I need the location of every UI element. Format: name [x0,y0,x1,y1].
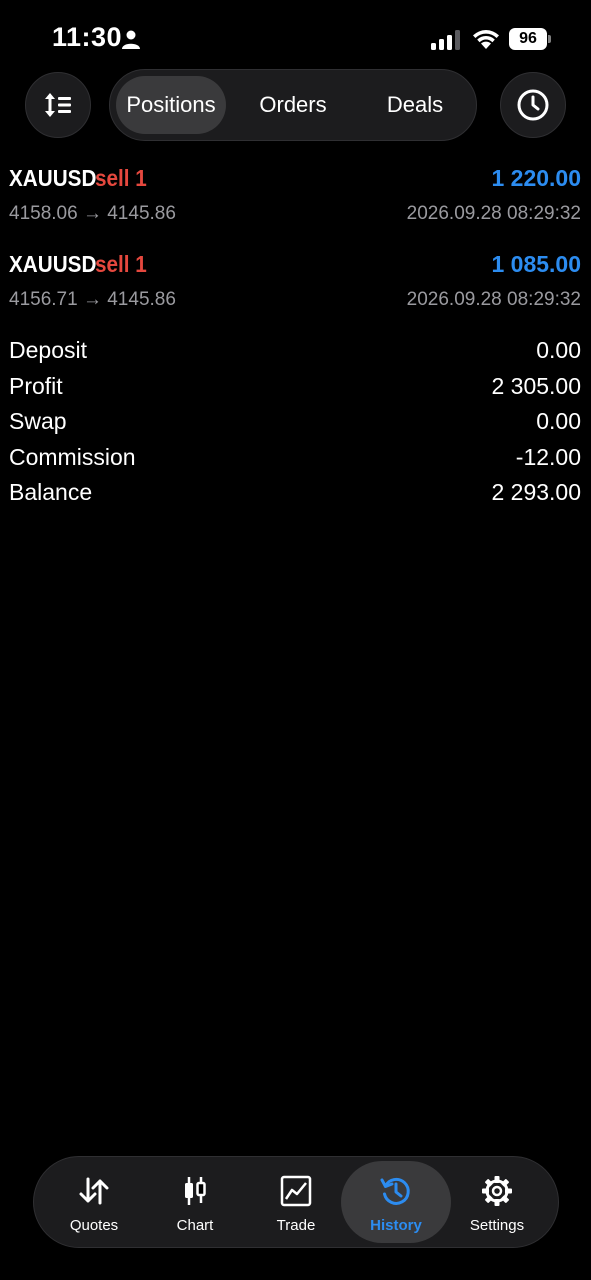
summary-value: 0.00 [536,337,581,363]
deal-row[interactable]: XAUUSD sell 1 1 220.00 4158.06 → 4145.86… [0,165,591,235]
deal-prices: 4158.06 → 4145.86 [9,203,176,224]
tab-label: History [370,1217,422,1234]
deal-side: sell 1 [95,165,147,191]
deal-time: 2026.09.28 08:29:32 [406,289,581,310]
trade-chart-icon [280,1175,312,1207]
status-bar: 11:30 96 [0,0,591,78]
history-segmented-control: Positions Orders Deals [109,69,477,141]
deal-side: sell 1 [95,251,147,277]
tab-history[interactable]: History [341,1161,451,1243]
summary-label: Deposit [9,337,87,363]
tab-label: Settings [469,1217,525,1234]
summary-value: 2 293.00 [491,479,581,505]
summary-label: Profit [9,372,63,399]
deal-symbol: XAUUSD [9,165,97,191]
battery-level: 96 [509,28,547,50]
tab-chart[interactable]: Chart [140,1161,250,1243]
deal-profit: 1 085.00 [491,251,581,277]
sort-icon [45,93,71,117]
wifi-icon [473,30,499,49]
history-icon [380,1177,410,1205]
clock-icon [517,89,549,121]
battery-icon: 96 [509,28,551,50]
summary-label: Commission [9,443,136,470]
tab-label: Quotes [69,1217,119,1234]
account-summary: Deposit 0.00 Profit 2 305.00 Swap 0.00 C… [0,335,591,513]
period-button[interactable] [500,72,566,138]
summary-row-deposit: Deposit 0.00 [0,335,591,371]
history-screen: 11:30 96 Positions Orders Deals XAUUSD s… [0,0,591,1280]
bottom-tab-bar: Quotes Chart Trade History Settings [33,1156,559,1248]
tab-quotes[interactable]: Quotes [39,1161,149,1243]
cellular-signal-icon [431,30,460,50]
tab-positions[interactable]: Positions [116,76,226,134]
summary-row-commission: Commission -12.00 [0,442,591,478]
tab-orders[interactable]: Orders [238,76,348,134]
deal-symbol: XAUUSD [9,251,97,277]
summary-row-profit: Profit 2 305.00 [0,371,591,407]
summary-row-balance: Balance 2 293.00 [0,477,591,513]
deal-row[interactable]: XAUUSD sell 1 1 085.00 4156.71 → 4145.86… [0,251,591,321]
summary-label: Swap [9,408,67,434]
summary-value: 0.00 [536,408,581,434]
tab-trade[interactable]: Trade [241,1161,351,1243]
status-time: 11:30 [52,22,123,52]
deal-profit: 1 220.00 [491,165,581,191]
tab-label: Chart [176,1217,214,1234]
tab-label: Trade [276,1217,316,1234]
summary-row-swap: Swap 0.00 [0,406,591,442]
deal-prices: 4156.71 → 4145.86 [9,289,176,310]
gear-icon [482,1176,512,1206]
deal-time: 2026.09.28 08:29:32 [406,203,581,224]
summary-value: 2 305.00 [491,372,581,399]
tab-settings[interactable]: Settings [442,1161,552,1243]
sort-button[interactable] [25,72,91,138]
tab-deals[interactable]: Deals [360,76,470,134]
summary-label: Balance [9,479,93,505]
quotes-arrows-icon [79,1177,109,1205]
candlestick-icon [185,1177,206,1205]
person-icon [122,30,140,49]
summary-value: -12.00 [515,443,581,470]
